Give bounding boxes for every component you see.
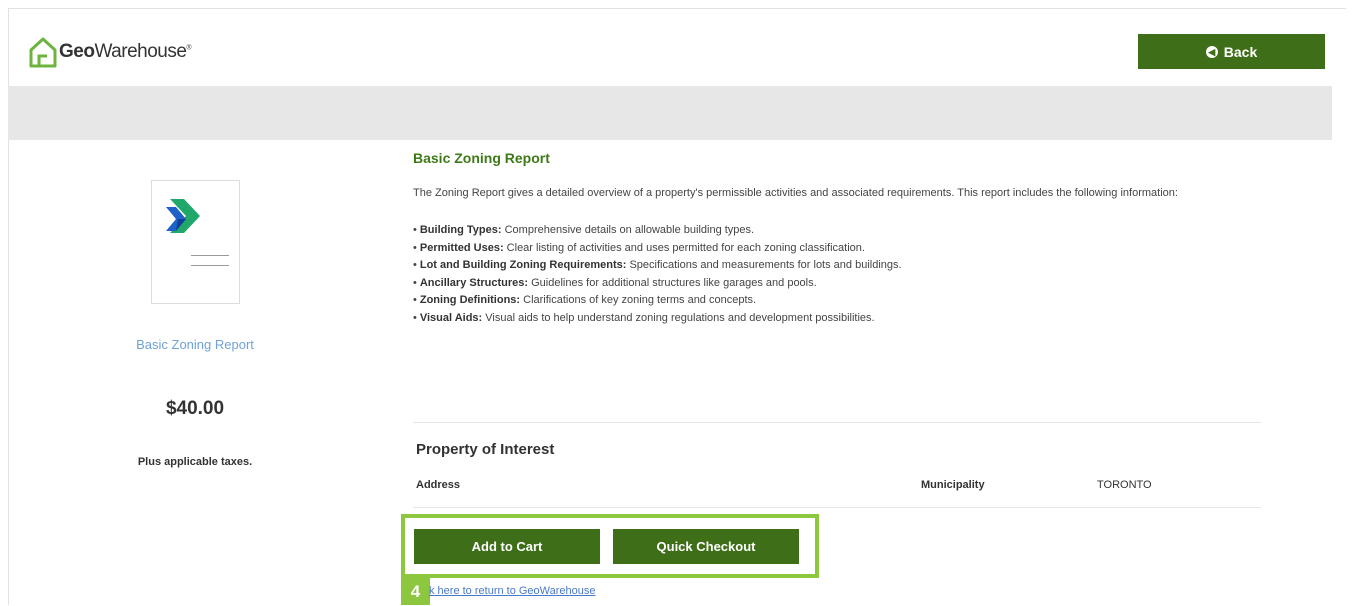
tax-note: Plus applicable taxes. xyxy=(137,456,253,468)
circle-arrow-left-icon: ◀ xyxy=(1205,45,1218,58)
municipality-label: Municipality xyxy=(921,479,985,491)
grey-banner xyxy=(8,86,1332,140)
list-item: Lot and Building Zoning Requirements: Sp… xyxy=(413,257,902,275)
property-section-title: Property of Interest xyxy=(416,441,555,458)
section-divider xyxy=(413,507,1261,508)
municipality-value: TORONTO xyxy=(1097,479,1152,491)
return-to-geowarehouse-link[interactable]: k here to return to GeoWarehouse xyxy=(429,585,596,597)
report-logo-icon xyxy=(166,199,200,233)
report-thumbnail xyxy=(151,180,240,304)
house-logo-icon xyxy=(29,37,57,68)
feature-list: Building Types: Comprehensive details on… xyxy=(413,222,902,327)
list-item: Visual Aids: Visual aids to help underst… xyxy=(413,310,902,328)
geowarehouse-logo[interactable]: GeoWarehouse® xyxy=(29,36,192,68)
list-item: Building Types: Comprehensive details on… xyxy=(413,222,902,240)
section-divider xyxy=(413,422,1261,423)
list-item: Permitted Uses: Clear listing of activit… xyxy=(413,240,902,258)
product-title-link[interactable]: Basic Zoning Report xyxy=(110,337,280,352)
logo-text: GeoWarehouse® xyxy=(59,41,192,62)
step-number-badge: 4 xyxy=(401,578,430,605)
report-title: Basic Zoning Report xyxy=(413,150,550,166)
address-label: Address xyxy=(416,479,461,491)
list-item: Ancillary Structures: Guidelines for add… xyxy=(413,275,902,293)
back-button-label: Back xyxy=(1223,43,1258,60)
report-intro: The Zoning Report gives a detailed overv… xyxy=(413,187,1178,199)
add-to-cart-button[interactable]: Add to Cart xyxy=(414,529,600,564)
list-item: Zoning Definitions: Clarifications of ke… xyxy=(413,292,902,310)
product-price: $40.00 xyxy=(165,398,225,419)
quick-checkout-button[interactable]: Quick Checkout xyxy=(613,529,799,564)
back-button[interactable]: ◀ Back xyxy=(1138,34,1325,69)
thumbnail-lines xyxy=(191,255,229,275)
